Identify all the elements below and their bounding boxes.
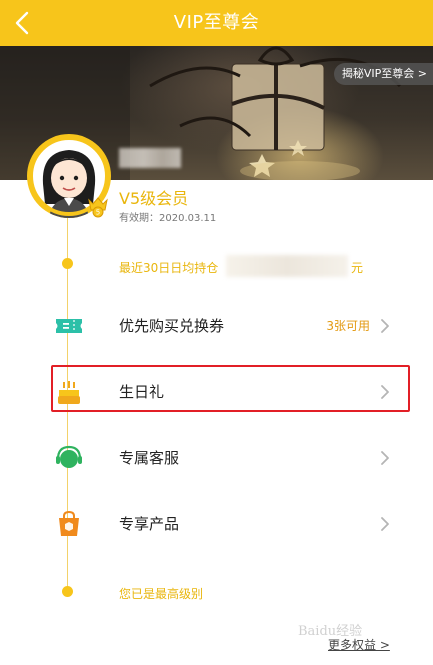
member-level: V5级会员 (119, 189, 189, 208)
benefit-label: 专享产品 (119, 515, 180, 533)
chevron-right-icon (381, 319, 389, 333)
benefit-row-products[interactable]: 专享产品 (0, 496, 433, 552)
valid-until: 有效期：2020.03.11 (119, 213, 217, 224)
ticket-icon (56, 319, 82, 333)
vip-crown-badge-icon: 5 (88, 197, 108, 218)
benefit-row-voucher[interactable]: 优先购买兑换券 3张可用 (0, 298, 433, 354)
highlight-annotation (51, 365, 410, 412)
chevron-right-icon (381, 451, 389, 465)
more-benefits-link[interactable]: 更多权益 > (328, 636, 390, 653)
holding-note-prefix: 最近30日日均持仓 (119, 261, 219, 275)
max-level-note: 您已是最高级别 (119, 587, 204, 601)
customer-service-headset-icon (56, 445, 82, 468)
secret-vip-button[interactable]: 揭秘VIP至尊会 > (333, 63, 433, 85)
timeline-dot (62, 258, 73, 269)
holding-amount-blurred (226, 255, 348, 277)
shopping-bag-icon (59, 510, 79, 536)
chevron-right-icon (381, 517, 389, 531)
svg-text:5: 5 (96, 209, 100, 217)
voucher-count: 3张可用 (326, 319, 370, 333)
page-title: VIP至尊会 (173, 12, 260, 33)
top-bar: VIP至尊会 (0, 0, 433, 46)
benefit-row-service[interactable]: 专属客服 (0, 430, 433, 486)
benefit-label: 优先购买兑换券 (119, 317, 225, 335)
benefit-label: 专属客服 (119, 449, 180, 467)
holding-note-suffix: 元 (351, 261, 364, 275)
username-blurred (119, 148, 181, 168)
timeline-dot (62, 586, 73, 597)
